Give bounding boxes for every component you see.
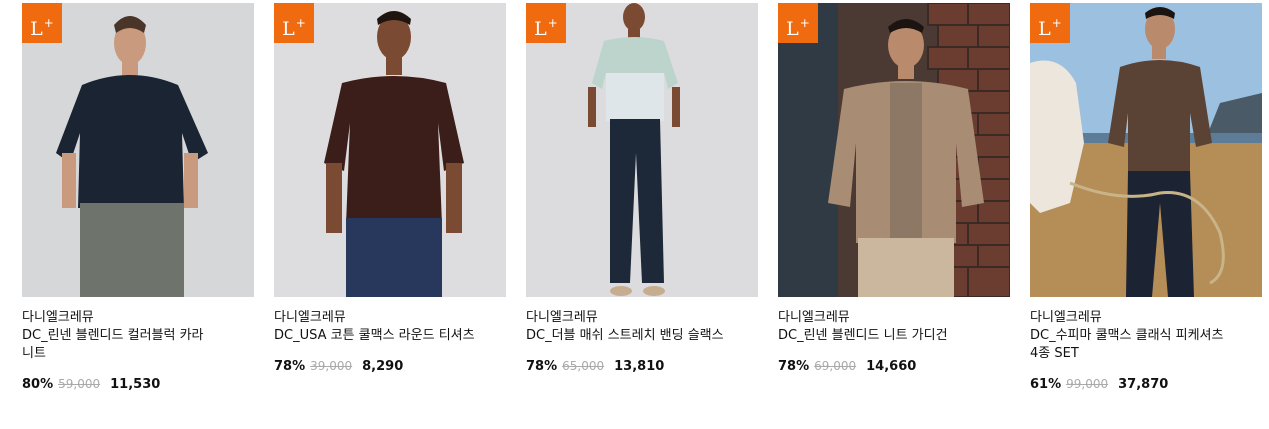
discount-rate: 78%	[778, 359, 810, 374]
product-price: 78% 69,000 14,660	[778, 357, 1010, 376]
product-brand: 다니엘크레뮤	[778, 310, 850, 325]
product-card[interactable]: L+ 다니엘크레뮤 DC_린넨 블렌디드 컬러블럭 카라 니트 80% 59,0…	[22, 3, 254, 394]
original-price: 65,000	[562, 359, 605, 373]
product-card[interactable]: L+ 다니엘크레뮤 DC_USA 코튼 쿨맥스 라운드 티셔츠 78% 39,0…	[274, 3, 506, 394]
l-plus-badge-icon: L+	[526, 3, 566, 43]
model-photo-navy-polo-icon	[22, 3, 254, 297]
product-brand: 다니엘크레뮤	[274, 310, 346, 325]
product-card[interactable]: L+ 다니엘크레뮤 DC_린넨 블렌디드 니트 가디건 78% 69,000 1…	[778, 3, 1010, 394]
original-price: 69,000	[814, 359, 857, 373]
product-brand: 다니엘크레뮤	[1030, 310, 1102, 325]
discount-rate: 78%	[526, 359, 558, 374]
product-price: 61% 99,000 37,870	[1030, 375, 1262, 394]
discount-rate: 78%	[274, 359, 306, 374]
product-name[interactable]: DC_린넨 블렌디드 니트 가디건	[778, 327, 983, 345]
l-plus-badge-icon: L+	[22, 3, 62, 43]
product-price: 78% 65,000 13,810	[526, 357, 758, 376]
product-grid: L+ 다니엘크레뮤 DC_린넨 블렌디드 컬러블럭 카라 니트 80% 59,0…	[22, 3, 1262, 394]
sale-price: 8,290	[362, 359, 404, 374]
original-price: 39,000	[310, 359, 353, 373]
product-name[interactable]: DC_수피마 쿨맥스 클래식 피케셔츠 4종 SET	[1030, 327, 1235, 363]
model-photo-brown-pique-horse-icon	[1030, 3, 1262, 297]
product-name[interactable]: DC_더블 매쉬 스트레치 밴딩 슬랙스	[526, 327, 731, 345]
l-plus-badge-icon: L+	[1030, 3, 1070, 43]
product-brand: 다니엘크레뮤	[526, 310, 598, 325]
product-brand: 다니엘크레뮤	[22, 310, 94, 325]
product-image[interactable]: L+	[274, 3, 506, 297]
l-plus-badge-icon: L+	[274, 3, 314, 43]
model-photo-navy-slacks-icon	[526, 3, 758, 297]
original-price: 99,000	[1066, 377, 1109, 391]
discount-rate: 61%	[1030, 377, 1062, 392]
discount-rate: 80%	[22, 377, 54, 392]
model-photo-brown-tee-icon	[274, 3, 506, 297]
product-image[interactable]: L+	[526, 3, 758, 297]
product-name[interactable]: DC_린넨 블렌디드 컬러블럭 카라 니트	[22, 327, 227, 363]
l-plus-badge-icon: L+	[778, 3, 818, 43]
sale-price: 11,530	[110, 377, 161, 392]
product-price: 78% 39,000 8,290	[274, 357, 506, 376]
product-card[interactable]: L+ 다니엘크레뮤 DC_더블 매쉬 스트레치 밴딩 슬랙스 78% 65,00…	[526, 3, 758, 394]
product-image[interactable]: L+	[778, 3, 1010, 297]
original-price: 59,000	[58, 377, 101, 391]
product-price: 80% 59,000 11,530	[22, 375, 254, 394]
sale-price: 13,810	[614, 359, 665, 374]
product-image[interactable]: L+	[1030, 3, 1262, 297]
sale-price: 37,870	[1118, 377, 1169, 392]
product-image[interactable]: L+	[22, 3, 254, 297]
model-photo-beige-cardigan-icon	[778, 3, 1010, 297]
product-card[interactable]: L+ 다니엘크레뮤 DC_수피마 쿨맥스 클래식 피케셔츠 4종 SET 61%…	[1030, 3, 1262, 394]
sale-price: 14,660	[866, 359, 917, 374]
product-name[interactable]: DC_USA 코튼 쿨맥스 라운드 티셔츠	[274, 327, 479, 345]
